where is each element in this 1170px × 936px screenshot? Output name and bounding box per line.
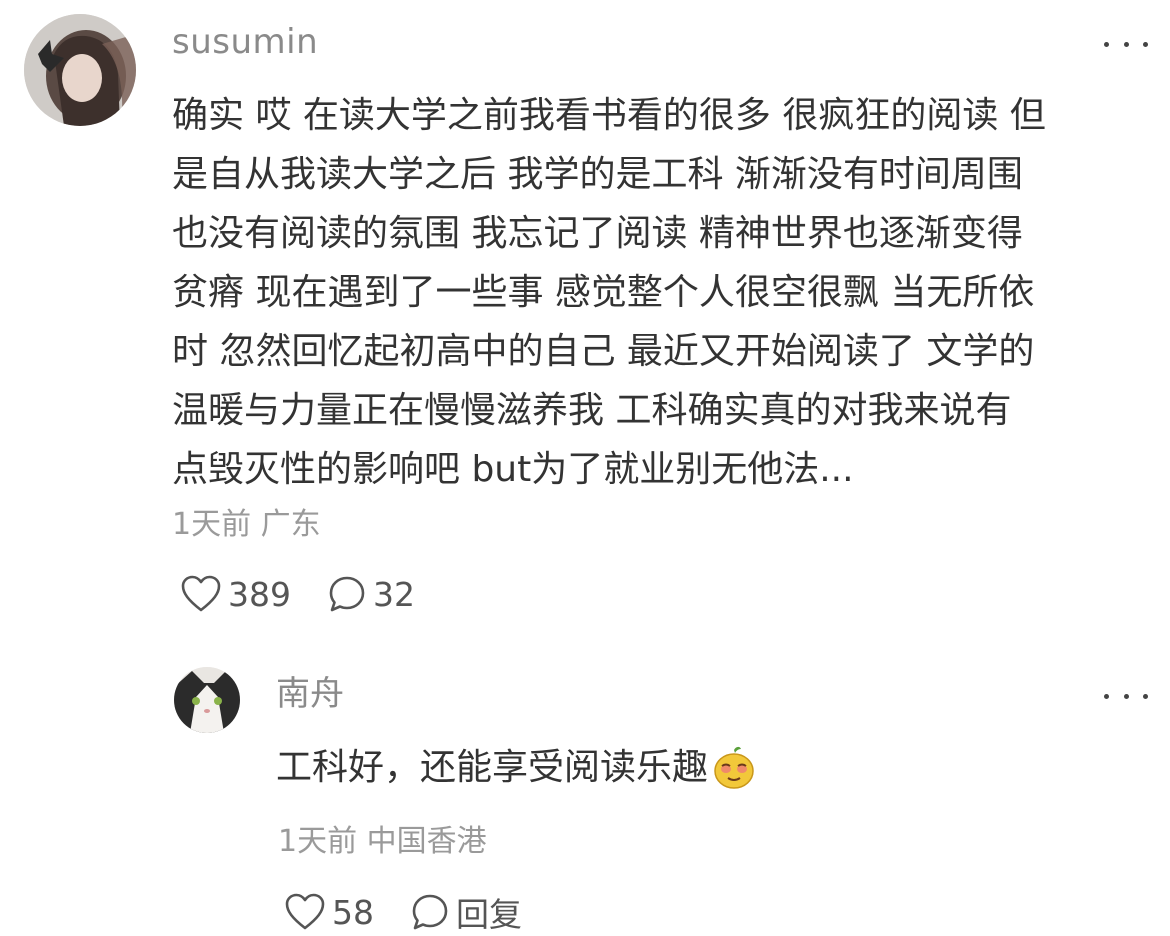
cat-avatar-icon (174, 667, 240, 733)
like-count: 389 (228, 574, 291, 614)
reply-like-count: 58 (332, 892, 374, 932)
more-dots-icon (1104, 693, 1109, 699)
smug-face-emoji-icon (714, 746, 754, 789)
more-options-button[interactable] (1104, 34, 1148, 54)
comment-username[interactable]: susumin (172, 20, 318, 64)
heart-icon (285, 893, 325, 930)
reply-text: 工科好，还能享受阅读乐趣 (276, 747, 709, 788)
reply-count-button[interactable]: 32 (327, 574, 415, 614)
reply-location: 中国香港 (366, 824, 487, 859)
reply-text-row: 工科好，还能享受阅读乐趣 (276, 740, 756, 796)
heart-icon (181, 575, 221, 612)
chat-bubble-icon (412, 894, 448, 930)
comment-location: 广东 (260, 507, 321, 542)
avatar-photo-icon (24, 14, 136, 126)
reply-action-label: 回复 (456, 895, 522, 934)
reply-username[interactable]: 南舟 (276, 672, 344, 716)
reply-actions: 58 回复 (284, 888, 558, 936)
reply-count: 32 (373, 574, 415, 614)
reply-more-options-button[interactable] (1104, 686, 1148, 706)
user-avatar[interactable] (24, 14, 136, 126)
like-button[interactable]: 389 (180, 574, 291, 614)
comment-text: 确实 哎 在读大学之前我看书看的很多 很疯狂的阅读 但 是自从我读大学之后 我学… (172, 95, 1046, 490)
comment-actions: 389 32 (180, 574, 451, 614)
more-dots-icon (1104, 41, 1109, 47)
reply-to-reply-button[interactable]: 回复 (410, 888, 522, 936)
comment-meta: 1天前 广东 (172, 505, 321, 545)
reply-avatar[interactable] (174, 667, 240, 733)
reply-time: 1天前 (278, 824, 358, 859)
reply-meta: 1天前 中国香港 (278, 822, 487, 862)
comment-time: 1天前 (172, 507, 252, 542)
reply-like-button[interactable]: 58 (284, 892, 374, 932)
chat-bubble-icon (329, 576, 365, 612)
